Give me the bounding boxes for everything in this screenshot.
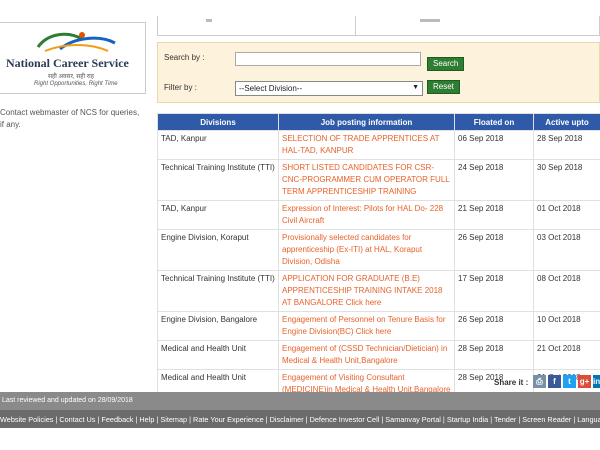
- reset-button[interactable]: Reset: [427, 80, 460, 94]
- header-divisions: Divisions: [157, 113, 279, 131]
- job-link[interactable]: Expression of Interest: Pilots for HAL D…: [278, 200, 455, 230]
- facebook-icon[interactable]: f: [548, 375, 561, 388]
- header-floated-on: Floated on: [454, 113, 534, 131]
- table-header-row: Divisions Job posting information Floate…: [157, 113, 600, 131]
- floated-on-cell: 24 Sep 2018: [454, 159, 534, 201]
- top-info-strip: [157, 16, 600, 36]
- footer-links-bar: Website Policies | Contact Us | Feedback…: [0, 410, 600, 428]
- search-by-label: Search by :: [164, 53, 205, 62]
- logo-tagline: Right Opportunities, Right Time: [34, 81, 118, 87]
- active-upto-cell: 08 Oct 2018: [533, 270, 600, 312]
- active-upto-cell: 30 Sep 2018: [533, 159, 600, 201]
- division-select[interactable]: --Select Division-- ▼: [235, 81, 423, 96]
- share-bar: Share it : ⎙ f t g+ in: [157, 374, 600, 390]
- header-active-upto: Active upto: [533, 113, 600, 131]
- contact-webmaster-note: Contact webmaster of NCS for queries, if…: [0, 108, 140, 129]
- filter-by-label: Filter by :: [164, 83, 197, 92]
- division-cell: TAD, Kanpur: [157, 130, 279, 160]
- job-link[interactable]: SELECTION OF TRADE APPRENTICES AT HAL-TA…: [278, 130, 455, 160]
- linkedin-icon[interactable]: in: [593, 375, 600, 388]
- job-postings-table: Divisions Job posting information Floate…: [157, 113, 600, 399]
- twitter-icon[interactable]: t: [563, 375, 576, 388]
- strip-fragment: [420, 19, 440, 22]
- division-cell: Engine Division, Koraput: [157, 229, 279, 271]
- active-upto-cell: 28 Sep 2018: [533, 130, 600, 160]
- floated-on-cell: 26 Sep 2018: [454, 229, 534, 271]
- division-cell: Technical Training Institute (TTI): [157, 159, 279, 201]
- strip-divider: [355, 16, 356, 36]
- strip-fragment: [206, 19, 212, 22]
- active-upto-cell: 01 Oct 2018: [533, 200, 600, 230]
- job-link[interactable]: SHORT LISTED CANDIDATES FOR CSR-CNC-PROG…: [278, 159, 455, 201]
- search-panel: Search by : Search Filter by : --Select …: [157, 42, 600, 103]
- job-link[interactable]: Provisionally selected candidates for ap…: [278, 229, 455, 271]
- footer-links[interactable]: Website Policies | Contact Us | Feedback…: [0, 415, 600, 424]
- table-row: Technical Training Institute (TTI) APPLI…: [157, 270, 600, 312]
- footer-updated-bar: Last reviewed and updated on 28/09/2018: [0, 392, 600, 410]
- logo-hindi-tagline: सही अवसर, सही राह: [48, 74, 94, 80]
- table-row: Engine Division, Bangalore Engagement of…: [157, 311, 600, 341]
- print-icon[interactable]: ⎙: [533, 375, 546, 388]
- floated-on-cell: 28 Sep 2018: [454, 340, 534, 370]
- dropdown-arrow-icon: ▼: [412, 84, 419, 91]
- share-label: Share it :: [494, 378, 529, 387]
- table-row: TAD, Kanpur SELECTION OF TRADE APPRENTIC…: [157, 130, 600, 160]
- search-input[interactable]: [235, 52, 421, 66]
- active-upto-cell: 03 Oct 2018: [533, 229, 600, 271]
- active-upto-cell: 21 Oct 2018: [533, 340, 600, 370]
- job-link[interactable]: APPLICATION FOR GRADUATE (B.E) APPRENTIC…: [278, 270, 455, 312]
- last-reviewed-text: Last reviewed and updated on 28/09/2018: [2, 397, 133, 404]
- division-cell: TAD, Kanpur: [157, 200, 279, 230]
- logo-title: National Career Service: [6, 56, 129, 70]
- ncs-logo-icon: [36, 32, 116, 52]
- job-link[interactable]: Engagement of (CSSD Technician/Dietician…: [278, 340, 455, 370]
- floated-on-cell: 26 Sep 2018: [454, 311, 534, 341]
- active-upto-cell: 10 Oct 2018: [533, 311, 600, 341]
- floated-on-cell: 17 Sep 2018: [454, 270, 534, 312]
- division-cell: Medical and Health Unit: [157, 340, 279, 370]
- header-job-posting: Job posting information: [278, 113, 455, 131]
- job-link[interactable]: Engagement of Personnel on Tenure Basis …: [278, 311, 455, 341]
- footer-bottom-space: [0, 428, 600, 450]
- floated-on-cell: 06 Sep 2018: [454, 130, 534, 160]
- ncs-logo-banner[interactable]: National Career Service सही अवसर, सही रा…: [0, 22, 146, 94]
- division-cell: Engine Division, Bangalore: [157, 311, 279, 341]
- search-button[interactable]: Search: [427, 57, 465, 71]
- table-row: Technical Training Institute (TTI) SHORT…: [157, 159, 600, 201]
- division-select-value: --Select Division--: [239, 84, 303, 93]
- table-row: Engine Division, Koraput Provisionally s…: [157, 229, 600, 271]
- google-plus-icon[interactable]: g+: [578, 375, 591, 388]
- table-row: Medical and Health Unit Engagement of (C…: [157, 340, 600, 370]
- floated-on-cell: 21 Sep 2018: [454, 200, 534, 230]
- table-row: TAD, Kanpur Expression of Interest: Pilo…: [157, 200, 600, 230]
- division-cell: Technical Training Institute (TTI): [157, 270, 279, 312]
